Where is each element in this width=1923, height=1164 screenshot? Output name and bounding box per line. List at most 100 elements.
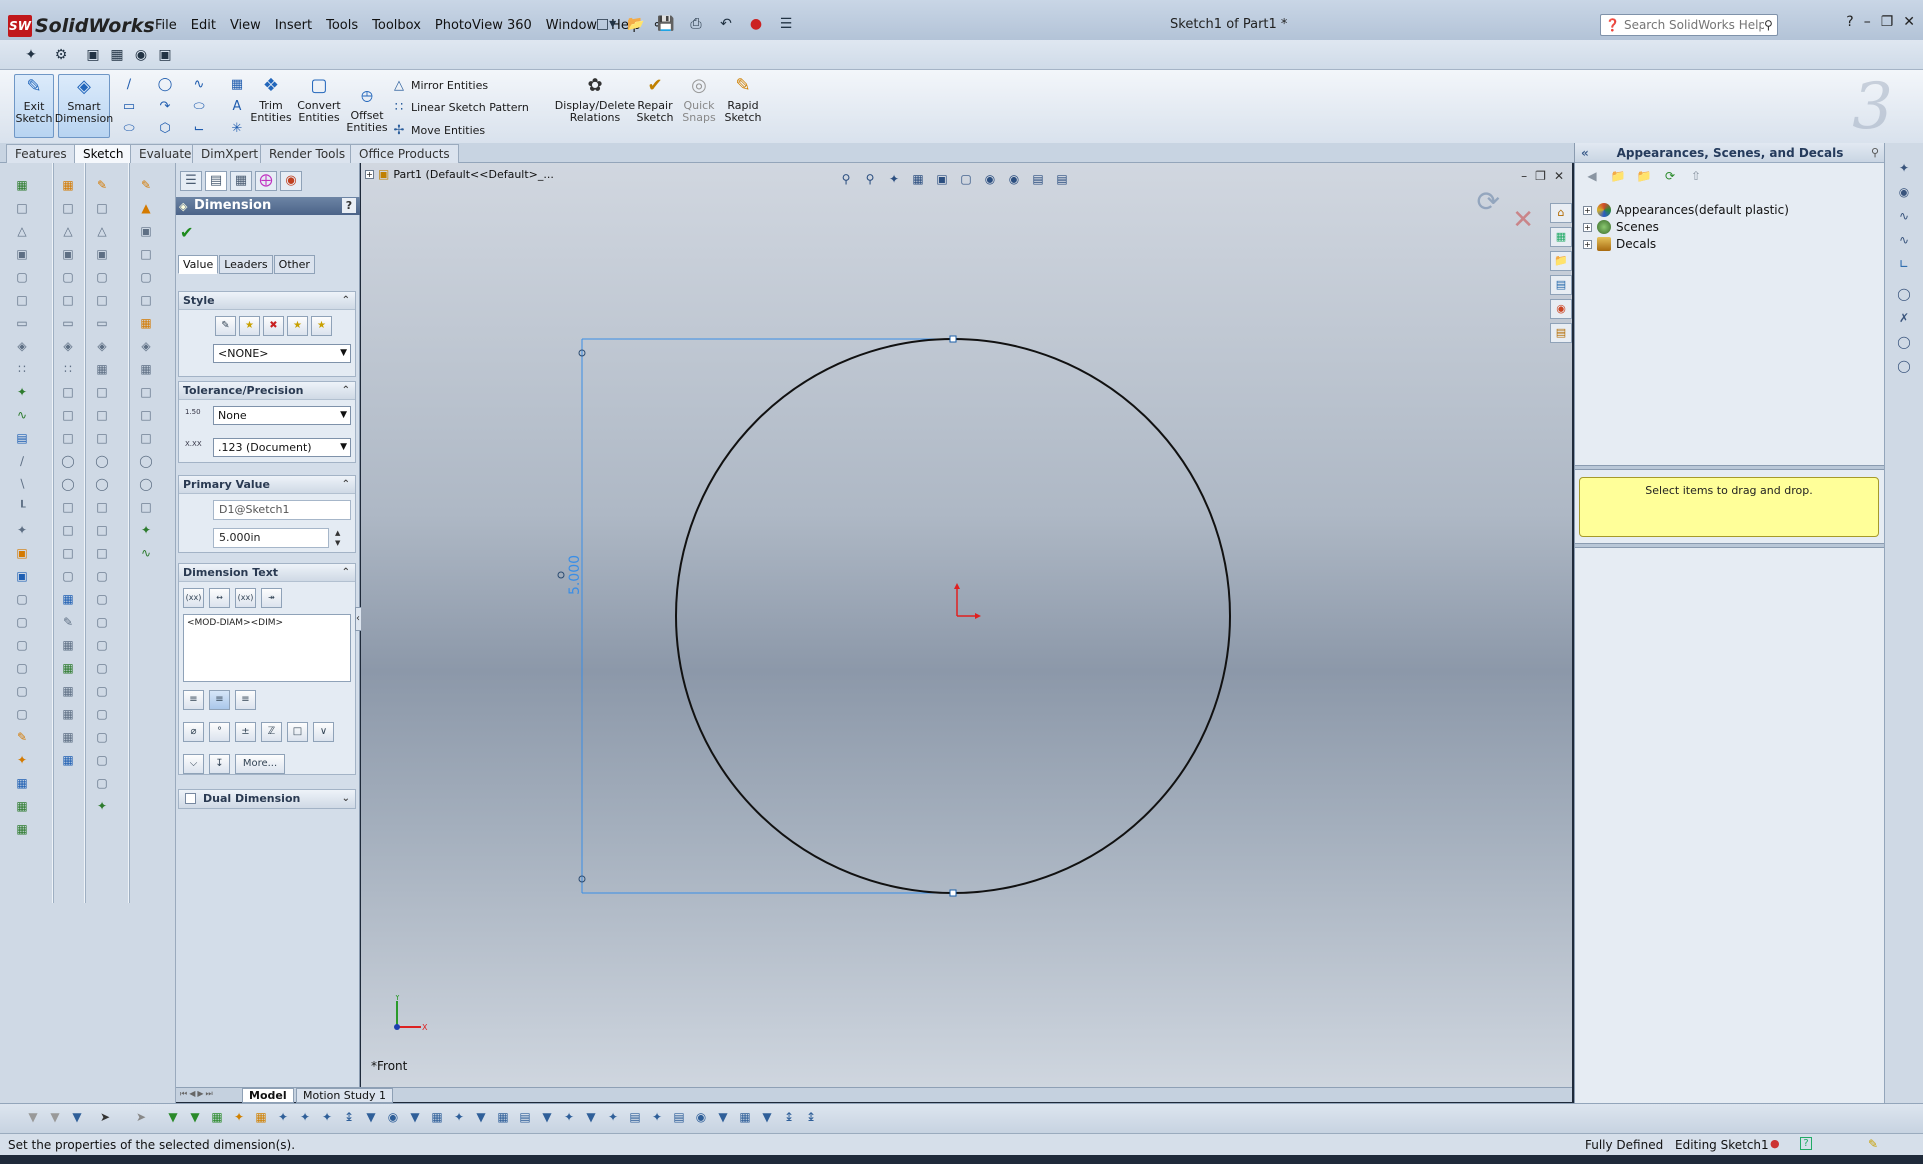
tool-icon[interactable]: ✦ <box>13 752 31 769</box>
filter-center-mark-icon[interactable]: ✦ <box>560 1110 578 1128</box>
circle-quadrant-point-bottom[interactable] <box>949 889 957 897</box>
select-filter-icon[interactable]: ➤ <box>132 1110 150 1128</box>
spline-icon[interactable]: ∿ <box>190 76 208 94</box>
tool-icon[interactable]: ∿ <box>1895 209 1913 227</box>
text-inline-icon[interactable]: ↔ <box>209 588 230 608</box>
tool-icon[interactable]: □ <box>59 292 77 309</box>
mirror-entities-button[interactable]: △ Mirror Entities <box>392 78 488 93</box>
help-search-box[interactable]: ❓ ⚲ <box>1600 14 1778 36</box>
smart-tool-icon[interactable]: ✦ <box>13 384 31 401</box>
linear-sketch-pattern-button[interactable]: ∷ Linear Sketch Pattern <box>392 100 529 115</box>
first-tab-icon[interactable]: ⏮ <box>180 1089 187 1099</box>
fillet-icon[interactable]: ⌙ <box>190 120 208 138</box>
tool-icon[interactable]: ▢ <box>137 269 155 286</box>
filter-sketch-points-icon[interactable]: ✦ <box>318 1110 336 1128</box>
quick-tips-icon[interactable]: ? <box>1800 1137 1812 1150</box>
tool-icon[interactable]: ◯ <box>59 453 77 470</box>
tool-icon[interactable]: □ <box>59 384 77 401</box>
tool-icon[interactable]: ∷ <box>13 361 31 378</box>
sketch-entity-icon[interactable]: ▦ <box>13 177 31 194</box>
filter-datum-icon[interactable]: ▼ <box>406 1110 424 1128</box>
tool-icon[interactable]: □ <box>59 407 77 424</box>
filter-weld-bead-icon[interactable]: ▼ <box>758 1110 776 1128</box>
tool-icon[interactable]: ▦ <box>59 591 77 608</box>
filter-faces-icon[interactable]: ▦ <box>208 1110 226 1128</box>
add-style-icon[interactable]: ★ <box>239 316 260 336</box>
menu-file[interactable]: File <box>148 16 184 35</box>
tool-icon[interactable]: ◈ <box>13 338 31 355</box>
tool-icon[interactable]: △ <box>13 223 31 240</box>
folder-icon[interactable]: 📁 <box>1609 169 1627 185</box>
tree-item-appearances[interactable]: + Appearances(default plastic) <box>1583 203 1789 217</box>
text-inspection-icon[interactable]: ↠ <box>261 588 282 608</box>
tool-icon[interactable]: □ <box>93 407 111 424</box>
tool-icon[interactable]: ▢ <box>13 614 31 631</box>
sketch-tool-icon[interactable]: ✦ <box>20 45 42 65</box>
tool-icon[interactable]: ▢ <box>93 660 111 677</box>
move-entities-button[interactable]: ✢ Move Entities <box>392 123 486 138</box>
text-parenthesis-icon[interactable]: (xx) <box>235 588 256 608</box>
tab-model[interactable]: Model <box>242 1088 294 1103</box>
tool-icon[interactable]: ▦ <box>13 798 31 815</box>
expand-icon[interactable]: + <box>1583 239 1592 249</box>
tool-icon[interactable]: ▢ <box>93 752 111 769</box>
align-left-icon[interactable]: ≡ <box>183 690 204 710</box>
tree-item-scenes[interactable]: + Scenes <box>1583 220 1789 234</box>
tolerance-precision-heading[interactable]: Tolerance/Precision ⌃ <box>179 382 355 400</box>
filter-gtol-icon[interactable]: ◉ <box>384 1110 402 1128</box>
tool-icon[interactable]: ▦ <box>137 361 155 378</box>
new-document-icon[interactable]: □▾ <box>595 14 617 34</box>
tool-icon[interactable]: □ <box>93 200 111 217</box>
trim-entities-button[interactable]: ❖ Trim Entities <box>250 74 292 138</box>
smart-dimension-button[interactable]: ◈ Smart Dimension <box>55 74 113 138</box>
tool-icon[interactable]: ∷ <box>59 361 77 378</box>
collapse-icon[interactable]: ⌃ <box>342 382 350 400</box>
filter-hole-icon[interactable]: ▼ <box>538 1110 556 1128</box>
rebuild-icon[interactable]: ● <box>745 14 767 34</box>
task-pane-splitter[interactable] <box>1575 465 1885 470</box>
offset-entities-button[interactable]: ⦺ Offset Entities <box>346 84 388 148</box>
filter-dowel-icon[interactable]: ▼ <box>582 1110 600 1128</box>
arc-icon[interactable]: ↷ <box>156 98 174 116</box>
tool-icon[interactable]: □ <box>137 499 155 516</box>
tool-icon[interactable]: ▦ <box>93 361 111 378</box>
tool-icon[interactable]: △ <box>59 223 77 240</box>
filter-vertices-icon[interactable]: ▼ <box>164 1110 182 1128</box>
tool-icon[interactable]: ▢ <box>13 637 31 654</box>
filter-planes-icon[interactable]: ✦ <box>296 1110 314 1128</box>
filter-cosmetic-thread-icon[interactable]: ▦ <box>494 1110 512 1128</box>
collapse-icon[interactable]: ⌃ <box>342 476 350 494</box>
expand-icon[interactable]: + <box>1583 222 1592 232</box>
property-manager-tab-icon[interactable]: ▤ <box>205 171 227 191</box>
prev-tab-icon[interactable]: ◀ <box>189 1089 195 1099</box>
filter-surface-finish-icon[interactable]: ▦ <box>428 1110 446 1128</box>
tool-icon[interactable]: □ <box>137 246 155 263</box>
tool-icon[interactable]: ▢ <box>93 729 111 746</box>
value-spinner-icon[interactable]: ▲ ▼ <box>335 528 340 548</box>
tool-icon[interactable]: ◯ <box>59 476 77 493</box>
curve-tool-icon[interactable]: ∿ <box>13 407 31 424</box>
tool-icon[interactable]: ✎ <box>93 177 111 194</box>
filter-dimxpert-icon[interactable]: ✦ <box>648 1110 666 1128</box>
tool-icon[interactable]: □ <box>59 430 77 447</box>
tool-icon[interactable]: ∖ <box>13 476 31 493</box>
repair-sketch-button[interactable]: ✔ Repair Sketch <box>636 74 674 138</box>
degree-symbol-icon[interactable]: ° <box>209 722 230 742</box>
close-icon[interactable]: ✕ <box>1903 14 1915 30</box>
filter-surfaces-icon[interactable]: ▦ <box>252 1110 270 1128</box>
tool-icon[interactable]: □ <box>137 407 155 424</box>
tool-icon[interactable]: ✦ <box>93 798 111 815</box>
filter-toggle-icon[interactable]: ▼ <box>68 1110 86 1128</box>
tolerance-type-select[interactable]: None ▼ <box>213 406 351 425</box>
view-cube-icon[interactable]: ▣ <box>13 568 31 585</box>
refresh-icon[interactable]: ⟳ <box>1661 169 1679 185</box>
square-symbol-icon[interactable]: □ <box>287 722 308 742</box>
help-button[interactable]: ? <box>342 198 356 213</box>
tool-icon[interactable]: ✦ <box>137 522 155 539</box>
tool-icon[interactable]: ▢ <box>13 269 31 286</box>
add-folder-icon[interactable]: 📁 <box>1635 169 1653 185</box>
filter-balloon-icon[interactable]: ▼ <box>472 1110 490 1128</box>
align-center-icon[interactable]: ≡ <box>209 690 230 710</box>
help-dropdown-icon[interactable]: ? <box>1846 14 1853 30</box>
tool-icon[interactable]: ▢ <box>93 706 111 723</box>
